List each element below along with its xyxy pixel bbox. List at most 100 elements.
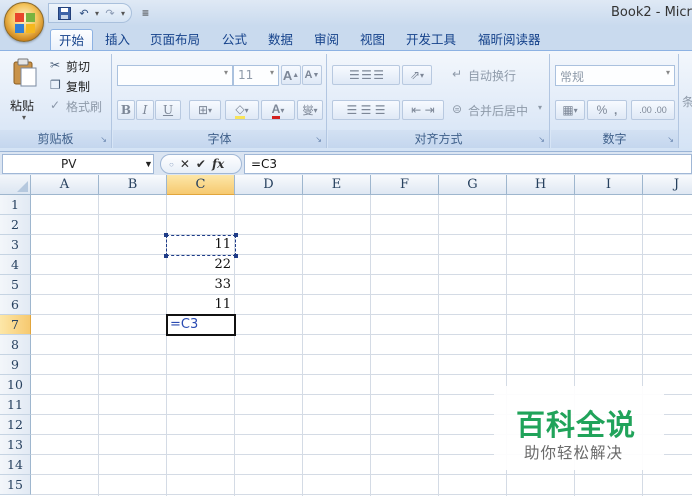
fill-color-button[interactable]: ◇ ▾ — [225, 100, 259, 120]
font-launcher-icon[interactable]: ↘ — [315, 135, 322, 144]
tab-page-layout[interactable]: 页面布局 — [146, 29, 204, 50]
paste-label: 粘贴 — [10, 99, 35, 113]
merge-center-button[interactable]: ⊜ 合并后居中 ▾ — [452, 100, 548, 120]
currency-icon: ▦ — [562, 103, 574, 117]
save-icon[interactable] — [55, 5, 73, 21]
marquee-handle[interactable] — [234, 233, 238, 237]
cancel-icon[interactable]: ✕ — [180, 157, 190, 171]
font-size-value: 11 — [238, 68, 254, 82]
column-header-f[interactable]: F — [371, 175, 439, 195]
shrink-font-button[interactable]: A ▼ — [302, 65, 322, 85]
redo-dropdown-icon[interactable]: ▾ — [121, 9, 125, 18]
tab-developer[interactable]: 开发工具 — [402, 29, 460, 50]
column-header-a[interactable]: A — [31, 175, 99, 195]
decrease-decimal-icon: .00 — [654, 105, 667, 115]
office-button[interactable] — [4, 2, 44, 42]
active-cell-c7[interactable]: =C3 — [166, 314, 236, 336]
paste-icon — [13, 58, 37, 87]
format-painter-label: 格式刷 — [66, 100, 103, 114]
row-header-1[interactable]: 1 — [0, 195, 31, 215]
row-header-11[interactable]: 11 — [0, 395, 31, 415]
cell-c5[interactable]: 33 — [167, 275, 235, 295]
gridline — [31, 314, 692, 315]
paste-dropdown-icon[interactable]: ▾ — [22, 113, 26, 122]
number-format-select[interactable]: 常规 ▾ — [555, 65, 675, 86]
column-header-d[interactable]: D — [235, 175, 303, 195]
name-box[interactable]: PV — [2, 154, 154, 174]
customize-qat-icon[interactable]: ≡ — [142, 6, 149, 20]
wrap-text-button[interactable]: ↵ 自动换行 — [452, 65, 548, 85]
accounting-format-button[interactable]: ▦ ▾ — [555, 100, 585, 120]
tab-home[interactable]: 开始 — [50, 29, 94, 50]
decimal-buttons[interactable]: .00 .00 — [631, 100, 675, 120]
font-size-select[interactable]: 11 ▾ — [233, 65, 279, 86]
alignment-launcher-icon[interactable]: ↘ — [538, 135, 545, 144]
number-launcher-icon[interactable]: ↘ — [667, 135, 674, 144]
gridline — [98, 195, 99, 496]
tab-formulas[interactable]: 公式 — [218, 29, 251, 50]
marquee-handle[interactable] — [234, 254, 238, 258]
merge-center-icon: ⊜ — [452, 102, 463, 116]
paste-button[interactable]: 粘贴 ▾ — [6, 56, 46, 128]
format-painter-button[interactable]: ✓ 格式刷 — [50, 97, 110, 115]
tab-insert[interactable]: 插入 — [101, 29, 134, 50]
row-header-8[interactable]: 8 — [0, 335, 31, 355]
cell-c6[interactable]: 11 — [167, 295, 235, 315]
insert-function-icon[interactable]: fx — [212, 157, 224, 171]
column-header-c[interactable]: C — [167, 175, 235, 195]
tab-foxit-reader[interactable]: 福昕阅读器 — [474, 29, 545, 50]
row-header-9[interactable]: 9 — [0, 355, 31, 375]
row-header-2[interactable]: 2 — [0, 215, 31, 235]
row-header-7[interactable]: 7 — [0, 315, 31, 335]
underline-button[interactable]: U — [155, 100, 181, 120]
row-header-13[interactable]: 13 — [0, 435, 31, 455]
row-header-5[interactable]: 5 — [0, 275, 31, 295]
column-header-g[interactable]: G — [439, 175, 507, 195]
row-header-14[interactable]: 14 — [0, 455, 31, 475]
tab-data[interactable]: 数据 — [264, 29, 297, 50]
marquee-handle[interactable] — [164, 233, 168, 237]
indent-buttons[interactable]: ⇤ ⇥ — [402, 100, 444, 120]
orientation-button[interactable]: ⇗ ▾ — [402, 65, 432, 85]
row-header-4[interactable]: 4 — [0, 255, 31, 275]
row-header-6[interactable]: 6 — [0, 295, 31, 315]
row-header-10[interactable]: 10 — [0, 375, 31, 395]
column-header-h[interactable]: H — [507, 175, 575, 195]
column-header-e[interactable]: E — [303, 175, 371, 195]
column-header-b[interactable]: B — [99, 175, 167, 195]
ribbon: 粘贴 ▾ ✂ 剪切 ❐ 复制 ✓ 格式刷 剪贴板 ↘ ▾ 11 ▾ A ▲ A ▼ … — [0, 50, 692, 151]
cell-c7-formula: =C3 — [170, 317, 199, 332]
vertical-align-buttons[interactable]: ☰ ☰ ☰ — [332, 65, 400, 85]
row-header-15[interactable]: 15 — [0, 475, 31, 495]
copy-button[interactable]: ❐ 复制 — [50, 77, 110, 95]
window-title: Book2 - Micr — [611, 5, 692, 20]
font-color-button[interactable]: A ▾ — [261, 100, 295, 120]
horizontal-align-buttons[interactable]: ☰ ☰ ☰ — [332, 100, 400, 120]
cut-button[interactable]: ✂ 剪切 — [50, 57, 110, 75]
borders-button[interactable]: ⊞ ▾ — [189, 100, 221, 120]
marquee-handle[interactable] — [164, 254, 168, 258]
merge-center-label: 合并后居中 — [468, 104, 529, 118]
percent-comma-buttons[interactable]: % , — [587, 100, 627, 120]
italic-button[interactable]: I — [136, 100, 154, 120]
select-all-corner[interactable] — [0, 175, 31, 195]
undo-icon[interactable]: ↶ — [75, 5, 93, 21]
font-name-select[interactable]: ▾ — [117, 65, 233, 86]
phonetic-button[interactable]: 燮 ▾ — [297, 100, 323, 120]
tab-review[interactable]: 审阅 — [310, 29, 343, 50]
clipboard-launcher-icon[interactable]: ↘ — [100, 135, 107, 144]
formula-input[interactable]: =C3 — [244, 154, 692, 174]
enter-icon[interactable]: ✔ — [196, 157, 206, 171]
redo-icon[interactable]: ↷ — [101, 5, 119, 21]
undo-dropdown-icon[interactable]: ▾ — [95, 9, 99, 18]
grow-font-button[interactable]: A ▲ — [281, 65, 301, 85]
cell-c4[interactable]: 22 — [167, 255, 235, 275]
tab-view[interactable]: 视图 — [356, 29, 389, 50]
row-header-3[interactable]: 3 — [0, 235, 31, 255]
bold-button[interactable]: B — [117, 100, 135, 120]
column-header-j[interactable]: J — [643, 175, 692, 195]
column-header-i[interactable]: I — [575, 175, 643, 195]
ribbon-tabs: 开始 插入 页面布局 公式 数据 审阅 视图 开发工具 福昕阅读器 — [0, 26, 692, 50]
name-box-dropdown-icon[interactable]: ▼ — [144, 159, 153, 169]
row-header-12[interactable]: 12 — [0, 415, 31, 435]
